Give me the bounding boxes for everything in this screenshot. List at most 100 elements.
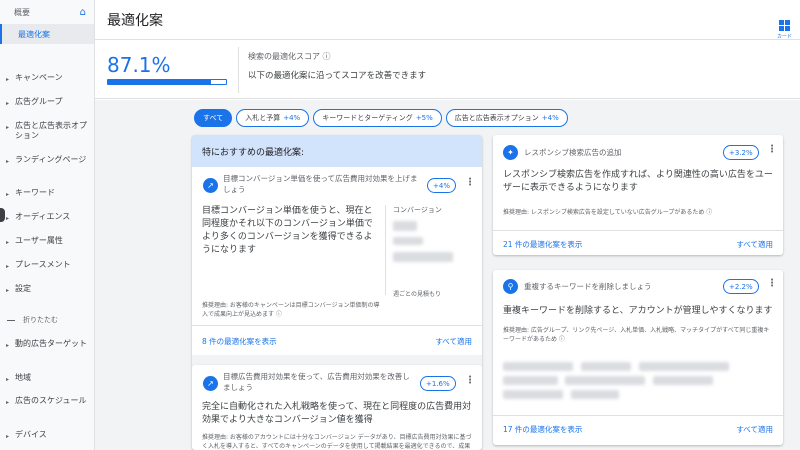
recommendation-card-responsive-search-ads: ✦ レスポンシブ検索広告の追加 +3.2% ⋮ レスポンシブ検索広告を作成すれば…: [493, 135, 783, 255]
card-body: レスポンシブ検索広告を作成すれば、より関連性の高い広告をユーザーに表示できるよう…: [503, 170, 773, 193]
view-recommendations-link[interactable]: 17 件の最適化案を表示: [503, 424, 582, 435]
card-view-label: カード: [776, 34, 792, 40]
score-progress-fill: [108, 80, 211, 84]
sidebar-item-dynamic-ad-targets[interactable]: ▸ 動的広告ターゲット: [0, 339, 94, 351]
more-vert-icon[interactable]: ⋮: [465, 375, 475, 386]
side-metric-sublabel: 週ごとの見積もり: [393, 291, 441, 298]
caret-right-icon: ▸: [6, 263, 10, 270]
score-progress-bar: [107, 79, 227, 85]
sidebar-item-audiences[interactable]: ▸ オーディエンス: [0, 212, 94, 224]
sidebar-item-campaigns[interactable]: ▸ キャンペーン: [0, 73, 94, 85]
card-divider: [493, 415, 783, 416]
filter-chip-bids-budgets[interactable]: 入札と予算 +4%: [236, 109, 310, 127]
card-footer: 8 件の最適化案を表示 すべて適用: [192, 325, 482, 355]
card-score-delta: +1.6%: [420, 376, 456, 391]
blurred-keyword: [565, 376, 645, 385]
sidebar-item-label: デバイス: [15, 430, 47, 439]
filter-chip-ads-extensions[interactable]: 広告と広告表示オプション +4%: [445, 109, 568, 127]
caret-right-icon: ▸: [6, 215, 10, 222]
blurred-keyword: [503, 376, 558, 385]
card-reason: 推奨理由: お客様のアカウントには十分なコンバージョン データがあり、目標広告費…: [202, 434, 472, 450]
blurred-keyword: [653, 376, 713, 385]
sidebar-resize-handle[interactable]: [0, 208, 5, 222]
sidebar-item-locations[interactable]: ▸ 地域: [0, 373, 94, 385]
filter-chips: すべて 入札と予算 +4% キーワードとターゲティング +5% 広告と広告表示オ…: [194, 109, 568, 127]
card-score-delta: +3.2%: [723, 145, 759, 160]
featured-panel-heading: 特におすすめの最適化案:: [192, 135, 482, 167]
sidebar-item-landing-pages[interactable]: ▸ ランディングページ: [0, 155, 94, 167]
view-recommendations-link[interactable]: 21 件の最適化案を表示: [503, 239, 582, 250]
card-view-toggle[interactable]: カード: [777, 20, 792, 40]
sidebar-item-label: ランディングページ: [15, 155, 87, 164]
recommendations-main: すべて 入札と予算 +4% キーワードとターゲティング +5% 広告と広告表示オ…: [95, 100, 800, 450]
sidebar-item-demographics[interactable]: ▸ ユーザー属性: [0, 236, 94, 248]
card-reason: 推奨理由: 広告グループ、リンク先ページ、入札単価、入札戦略、マッチタイプがすべ…: [503, 327, 770, 343]
filter-chip-all[interactable]: すべて: [194, 109, 233, 127]
more-vert-icon[interactable]: ⋮: [767, 278, 777, 289]
chip-delta: +5%: [415, 114, 433, 122]
card-score-delta: +4%: [427, 178, 456, 193]
card-body: 完全に自動化された入札戦略を使って、現在と同程度の広告費用対効果でより大きなコン…: [202, 402, 472, 425]
sidebar-item-recommendations[interactable]: 最適化案: [0, 24, 94, 44]
blurred-keyword: [581, 362, 631, 371]
apply-all-button[interactable]: すべて適用: [435, 336, 472, 347]
chip-label: 入札と予算: [245, 114, 281, 122]
sidebar-item-label: ユーザー属性: [15, 236, 63, 245]
caret-right-icon: ▸: [6, 158, 10, 165]
blurred-keyword: [639, 362, 729, 371]
caret-right-icon: ▸: [6, 76, 10, 83]
apply-all-button[interactable]: すべて適用: [736, 239, 773, 250]
blurred-keyword: [503, 362, 573, 371]
sidebar-item-label: 設定: [15, 284, 31, 293]
side-metric-label: コンバージョン: [393, 206, 442, 214]
home-icon[interactable]: ⌂: [80, 7, 86, 18]
sidebar-item-ads-extensions[interactable]: ▸ 広告と広告表示オプション: [0, 121, 94, 141]
sidebar-overview[interactable]: 概要 ⌂: [0, 0, 94, 24]
score-description: 以下の最適化案に沿ってスコアを改善できます: [248, 71, 427, 81]
blurred-keyword: [571, 390, 619, 399]
page-header: 最適化案 カード: [95, 0, 800, 40]
sidebar-overview-label: 概要: [14, 7, 30, 17]
card-body: 重複キーワードを削除すると、アカウントが管理しやすくなります: [503, 306, 773, 316]
more-vert-icon[interactable]: ⋮: [767, 144, 777, 155]
apply-all-button[interactable]: すべて適用: [736, 424, 773, 435]
card-title: レスポンシブ検索広告の追加: [524, 148, 622, 157]
sidebar-item-label: 広告と広告表示オプション: [15, 121, 87, 140]
sidebar-item-placements[interactable]: ▸ プレースメント: [0, 260, 94, 272]
trend-icon: ↗: [203, 178, 218, 193]
sidebar-collapse-label: 折りたたむ: [23, 316, 58, 324]
sidebar: 概要 ⌂ 最適化案 ▸ キャンペーン ▸ 広告グループ ▸ 広告と広告表示オプシ…: [0, 0, 95, 450]
sidebar-item-label: キャンペーン: [15, 73, 63, 82]
sidebar-collapse[interactable]: 折りたたむ: [0, 315, 94, 325]
blurred-metric: [393, 252, 453, 262]
score-label[interactable]: 検索の最適化スコア ⓘ: [248, 51, 331, 62]
chip-delta: +4%: [283, 114, 301, 122]
sidebar-item-label: オーディエンス: [15, 212, 71, 221]
blurred-metric: [393, 237, 423, 245]
caret-right-icon: ▸: [6, 100, 10, 107]
card-reason: 推奨理由: レスポンシブ検索広告を設定していない広告グループがあるため ⓘ: [503, 209, 713, 216]
score-divider: [238, 47, 239, 93]
caret-right-icon: ▸: [6, 239, 10, 246]
card-title: 目標コンバージョン単価を使って広告費用対効果を上げましょう: [223, 174, 418, 194]
card-vertical-divider: [385, 205, 386, 295]
sidebar-item-devices[interactable]: ▸ デバイス: [0, 430, 94, 442]
card-body: 目標コンバージョン単価を使うと、現在と同程度かそれ以下のコンバージョン単価でより…: [202, 206, 373, 255]
card-divider: [493, 230, 783, 231]
sidebar-item-ad-schedule[interactable]: ▸ 広告のスケジュール: [0, 396, 94, 408]
blurred-keyword: [503, 390, 563, 399]
sidebar-item-settings[interactable]: ▸ 設定: [0, 284, 94, 296]
score-value: 87.1%: [107, 53, 171, 77]
filter-chip-keywords-targeting[interactable]: キーワードとターゲティング +5%: [313, 109, 442, 127]
chip-label: 広告と広告表示オプション: [454, 114, 539, 122]
more-vert-icon[interactable]: ⋮: [465, 177, 475, 188]
sidebar-item-label: 広告のスケジュール: [15, 396, 87, 405]
recommendation-card-target-roas: ↗ 目標広告費用対効果を使って、広告費用対効果を改善しましょう +1.6% ⋮ …: [192, 365, 482, 450]
chip-label: すべて: [203, 114, 224, 122]
sidebar-item-ad-groups[interactable]: ▸ 広告グループ: [0, 97, 94, 109]
sidebar-item-keywords[interactable]: ▸ キーワード: [0, 188, 94, 200]
responsive-ads-icon: ✦: [503, 145, 518, 160]
view-recommendations-link[interactable]: 8 件の最適化案を表示: [202, 336, 277, 347]
card-view-icon: [778, 20, 790, 31]
chip-delta: +4%: [541, 114, 559, 122]
